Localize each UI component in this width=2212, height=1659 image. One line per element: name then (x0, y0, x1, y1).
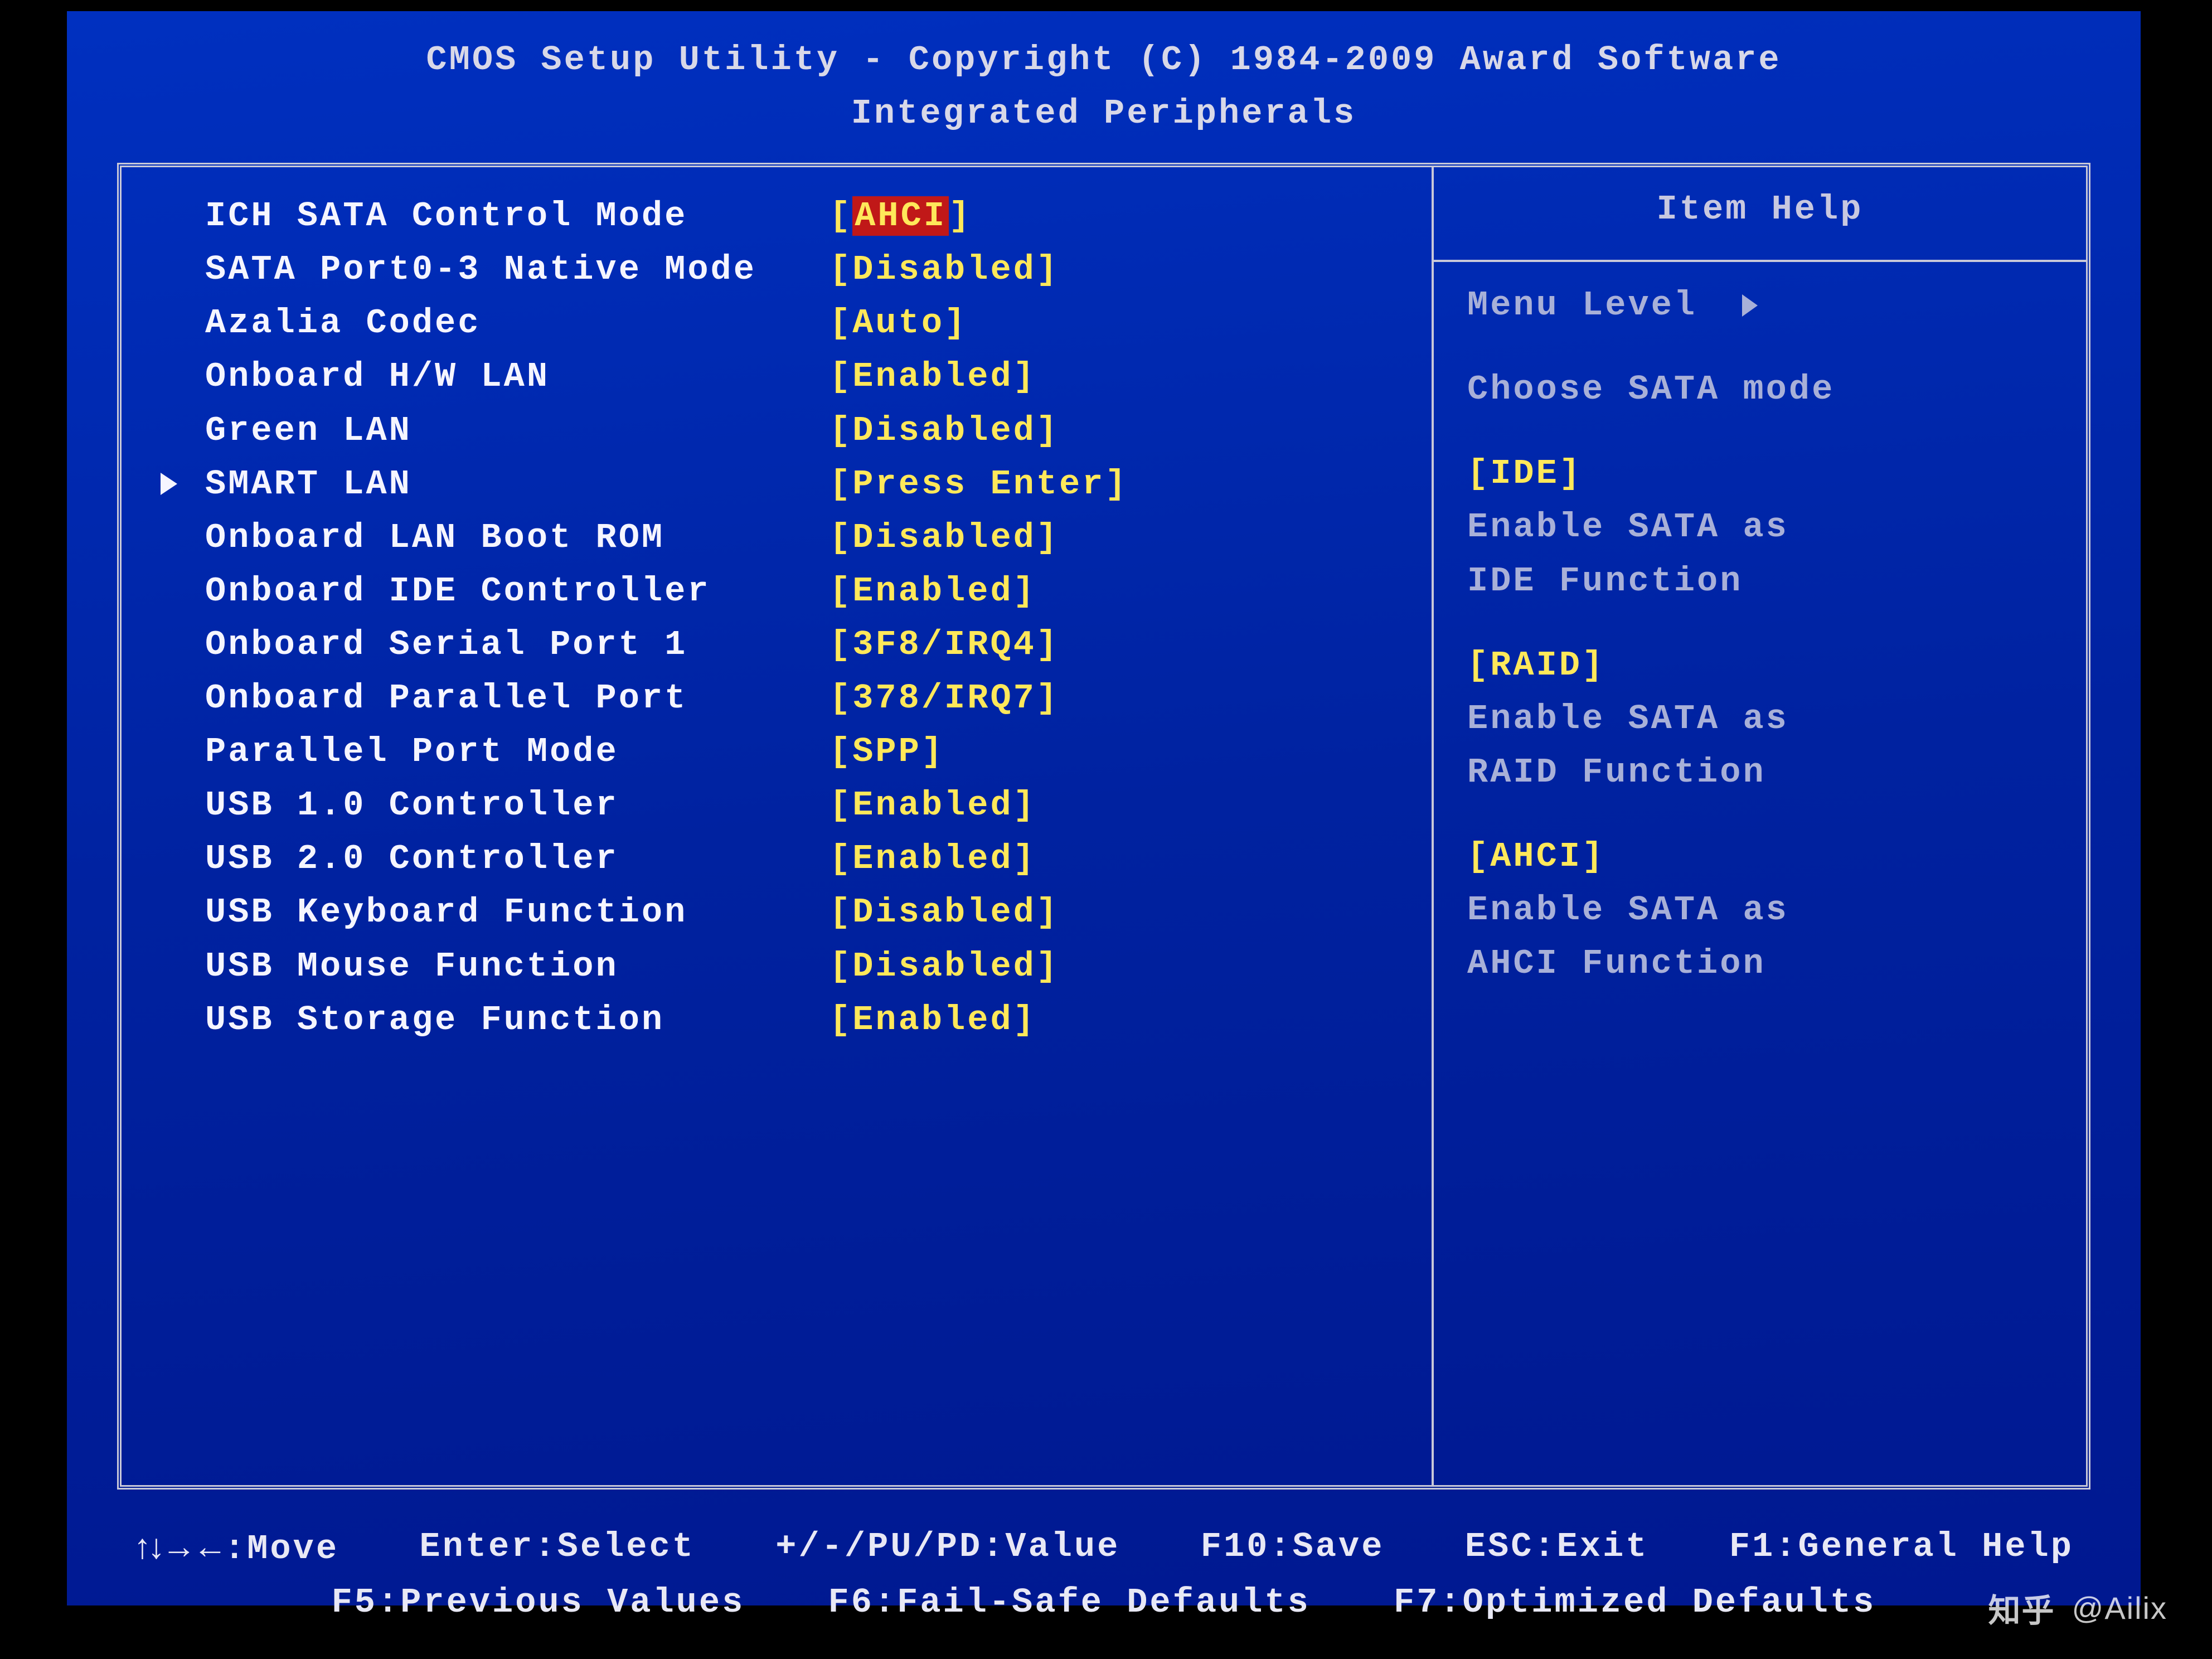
setting-label: Azalia Codec (205, 297, 830, 350)
help-option-name: [IDE] (1467, 447, 2053, 501)
setting-row[interactable]: Onboard H/W LAN[Enabled] (161, 350, 1415, 404)
watermark: 知乎 @Ailix (1988, 1584, 2167, 1631)
setting-value[interactable]: [Press Enter] (830, 458, 1128, 511)
help-option-desc: Enable SATA as (1467, 501, 2053, 554)
setting-value[interactable]: [Enabled] (830, 779, 1036, 832)
setting-row[interactable]: USB Storage Function[Enabled] (161, 993, 1415, 1047)
menu-level-label: Menu Level (1467, 285, 1697, 325)
hint-help: F1:General Help (1729, 1520, 2074, 1576)
setting-value[interactable]: [Enabled] (830, 993, 1036, 1047)
setting-row[interactable]: USB 1.0 Controller[Enabled] (161, 779, 1415, 832)
setting-label: ICH SATA Control Mode (205, 190, 830, 243)
hint-move: ↑↓→←:Move (134, 1520, 339, 1576)
setting-row[interactable]: USB Mouse Function[Disabled] (161, 940, 1415, 993)
help-intro: Choose SATA mode (1467, 363, 2053, 416)
help-title: Item Help (1434, 167, 2086, 262)
settings-list: ICH SATA Control Mode[AHCI]SATA Port0-3 … (122, 167, 1432, 1485)
setting-row[interactable]: USB 2.0 Controller[Enabled] (161, 832, 1415, 886)
help-option: [IDE]Enable SATA asIDE Function (1467, 447, 2053, 608)
hint-save: F10:Save (1201, 1520, 1385, 1576)
setting-value[interactable]: [Disabled] (830, 511, 1059, 565)
setting-value[interactable]: [Disabled] (830, 886, 1059, 939)
setting-value[interactable]: [378/IRQ7] (830, 672, 1059, 725)
setting-row[interactable]: USB Keyboard Function[Disabled] (161, 886, 1415, 939)
setting-value[interactable]: [Enabled] (830, 350, 1036, 404)
bios-screen: CMOS Setup Utility - Copyright (C) 1984-… (67, 11, 2141, 1605)
setting-label: Onboard Parallel Port (205, 672, 830, 725)
main-box: ICH SATA Control Mode[AHCI]SATA Port0-3 … (117, 163, 2090, 1490)
footer-row-2: F5:Previous Values F6:Fail-Safe Defaults… (134, 1576, 2074, 1629)
help-option-name: [RAID] (1467, 639, 2053, 692)
hint-opt: F7:Optimized Defaults (1394, 1576, 1876, 1629)
chevron-right-icon (1742, 294, 1758, 317)
setting-label: SATA Port0-3 Native Mode (205, 243, 830, 297)
hint-value: +/-/PU/PD:Value (775, 1520, 1120, 1576)
setting-value[interactable]: [Disabled] (830, 243, 1059, 297)
help-option-name: [AHCI] (1467, 830, 2053, 884)
help-option-desc: RAID Function (1467, 746, 2053, 799)
setting-label: Onboard LAN Boot ROM (205, 511, 830, 565)
setting-label: Green LAN (205, 404, 830, 458)
setting-row[interactable]: Onboard Serial Port 1[3F8/IRQ4] (161, 618, 1415, 672)
help-option-desc: AHCI Function (1467, 937, 2053, 991)
setting-value[interactable]: [Auto] (830, 297, 967, 350)
header-line1: CMOS Setup Utility - Copyright (C) 1984-… (67, 33, 2141, 87)
hint-exit: ESC:Exit (1465, 1520, 1649, 1576)
setting-value[interactable]: [Enabled] (830, 832, 1036, 886)
help-option: [AHCI]Enable SATA asAHCI Function (1467, 830, 2053, 991)
watermark-author: @Ailix (2072, 1590, 2167, 1626)
setting-label: USB 2.0 Controller (205, 832, 830, 886)
setting-label: Parallel Port Mode (205, 725, 830, 779)
menu-level: Menu Level (1467, 279, 2053, 332)
help-option-desc: Enable SATA as (1467, 692, 2053, 746)
setting-row[interactable]: SATA Port0-3 Native Mode[Disabled] (161, 243, 1415, 297)
hint-select: Enter:Select (419, 1520, 695, 1576)
setting-label: Onboard IDE Controller (205, 565, 830, 618)
help-body: Menu Level Choose SATA mode [IDE]Enable … (1434, 262, 2086, 1007)
help-option-desc: IDE Function (1467, 555, 2053, 608)
setting-row[interactable]: Onboard Parallel Port[378/IRQ7] (161, 672, 1415, 725)
setting-label: SMART LAN (205, 458, 830, 511)
header: CMOS Setup Utility - Copyright (C) 1984-… (67, 11, 2141, 152)
setting-label: Onboard Serial Port 1 (205, 618, 830, 672)
hint-prev: F5:Previous Values (332, 1576, 745, 1629)
setting-value[interactable]: [Disabled] (830, 940, 1059, 993)
setting-value[interactable]: [SPP] (830, 725, 944, 779)
setting-row[interactable]: Onboard IDE Controller[Enabled] (161, 565, 1415, 618)
setting-row[interactable]: Onboard LAN Boot ROM[Disabled] (161, 511, 1415, 565)
setting-row[interactable]: ICH SATA Control Mode[AHCI] (161, 190, 1415, 243)
setting-label: USB 1.0 Controller (205, 779, 830, 832)
setting-value[interactable]: [Enabled] (830, 565, 1036, 618)
setting-row[interactable]: Green LAN[Disabled] (161, 404, 1415, 458)
setting-label: USB Storage Function (205, 993, 830, 1047)
hint-fail: F6:Fail-Safe Defaults (828, 1576, 1311, 1629)
submenu-arrow-icon (161, 458, 205, 511)
footer-row-1: ↑↓→←:Move Enter:Select +/-/PU/PD:Value F… (134, 1520, 2074, 1576)
setting-row[interactable]: SMART LAN[Press Enter] (161, 458, 1415, 511)
setting-label: USB Mouse Function (205, 940, 830, 993)
setting-label: Onboard H/W LAN (205, 350, 830, 404)
help-panel: Item Help Menu Level Choose SATA mode [I… (1432, 167, 2086, 1485)
setting-label: USB Keyboard Function (205, 886, 830, 939)
help-option-desc: Enable SATA as (1467, 884, 2053, 937)
help-option: [RAID]Enable SATA asRAID Function (1467, 639, 2053, 799)
zhihu-logo-icon: 知乎 (1988, 1584, 2055, 1631)
header-line2: Integrated Peripherals (67, 87, 2141, 140)
setting-value[interactable]: [Disabled] (830, 404, 1059, 458)
setting-row[interactable]: Parallel Port Mode[SPP] (161, 725, 1415, 779)
setting-value[interactable]: [3F8/IRQ4] (830, 618, 1059, 672)
footer: ↑↓→←:Move Enter:Select +/-/PU/PD:Value F… (67, 1506, 2141, 1629)
setting-row[interactable]: Azalia Codec[Auto] (161, 297, 1415, 350)
setting-value[interactable]: [AHCI] (830, 190, 972, 243)
